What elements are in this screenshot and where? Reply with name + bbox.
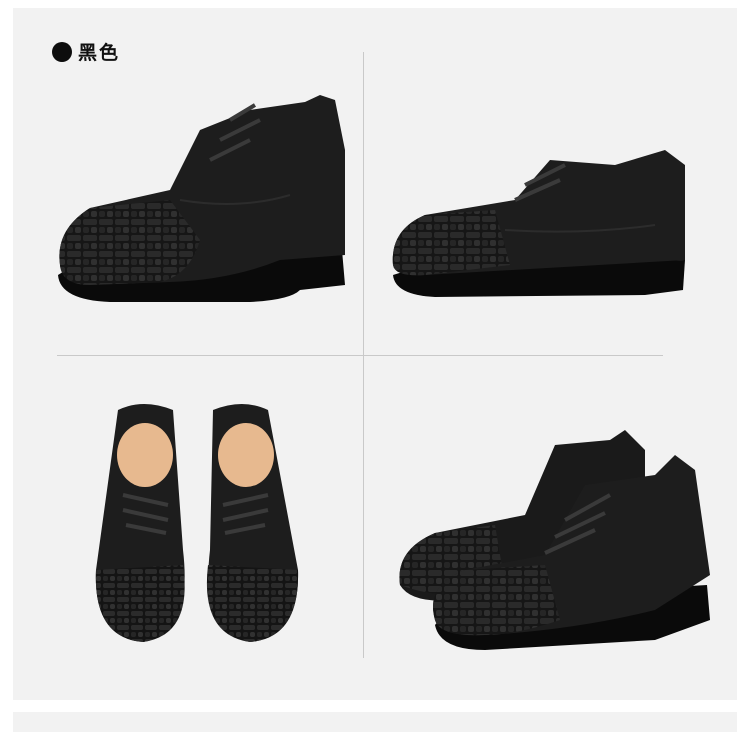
shoe-top-view-pair — [95, 404, 299, 642]
shoe-side-view-right — [392, 150, 685, 297]
shoe-side-view-left — [58, 95, 345, 302]
horizontal-divider — [57, 355, 663, 356]
bottom-strip — [13, 712, 737, 732]
color-label: 黑色 — [52, 38, 120, 65]
color-swatch-dot — [52, 41, 72, 62]
shoe-three-quarter-pair — [399, 430, 710, 650]
color-name: 黑色 — [78, 42, 121, 64]
